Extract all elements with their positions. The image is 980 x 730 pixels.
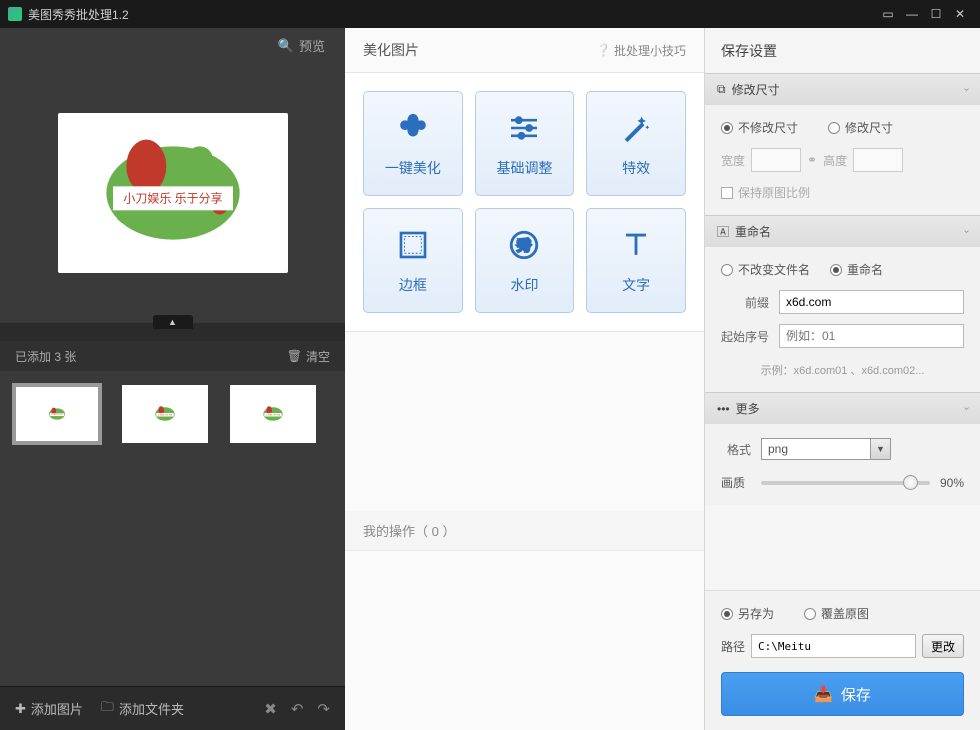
more-icon: •••: [717, 402, 730, 416]
folder-icon: 🗀: [101, 698, 114, 720]
format-select[interactable]: png ▼: [761, 438, 891, 460]
radio-overwrite[interactable]: 覆盖原图: [804, 605, 869, 622]
tips-link[interactable]: ❔ 批处理小技巧: [596, 42, 686, 59]
expand-toggle[interactable]: ▲: [153, 315, 193, 329]
operations-header: 我的操作（ 0 ）: [345, 511, 704, 551]
titlebar: 美图秀秀批处理1.2 ▭ — ☐ ✕: [0, 0, 980, 28]
radio-icon: [828, 122, 840, 134]
height-label: 高度: [823, 152, 847, 169]
rename-example: 示例：x6d.com01 、x6d.com02...: [721, 358, 964, 378]
thumbnail-list: 小刀娱乐 乐于分享 小刀娱乐 乐于分享 小刀娱乐 乐于分享: [0, 371, 345, 686]
trash-icon: 🗑: [287, 349, 302, 363]
undo-icon[interactable]: ↶: [291, 700, 304, 718]
plus-icon: ✚: [15, 701, 26, 717]
quality-slider[interactable]: [761, 481, 930, 485]
path-input[interactable]: [751, 634, 916, 658]
thumbnail[interactable]: 小刀娱乐 乐于分享: [120, 383, 210, 445]
magic-icon: [618, 110, 654, 146]
svg-text:秀: 秀: [517, 238, 531, 254]
start-number-input[interactable]: [779, 324, 964, 348]
thumbnail[interactable]: 小刀娱乐 乐于分享: [12, 383, 102, 445]
rename-icon: 🄰: [717, 223, 729, 240]
app-icon: [8, 7, 22, 21]
maximize-button[interactable]: ☐: [924, 4, 948, 24]
tool-beautify[interactable]: 一键美化: [363, 91, 463, 196]
preview-icon: 🔍: [278, 38, 294, 54]
radio-icon: [721, 122, 733, 134]
radio-icon: [830, 264, 842, 276]
section-rename-header[interactable]: 🄰 重命名 ›: [705, 215, 980, 247]
save-button[interactable]: 📥 保存: [721, 672, 964, 716]
text-icon: [618, 227, 654, 263]
crop-icon: ⧉: [717, 82, 726, 97]
center-panel: 美化图片 ❔ 批处理小技巧 一键美化 基础调整 特效 边框: [345, 28, 705, 730]
radio-icon: [721, 264, 733, 276]
section-more-header[interactable]: ••• 更多 ›: [705, 392, 980, 424]
radio-no-resize[interactable]: 不修改尺寸: [721, 119, 798, 136]
format-label: 格式: [721, 441, 751, 458]
height-input[interactable]: [853, 148, 903, 172]
panel-divider[interactable]: ▲: [0, 323, 345, 341]
radio-icon: [804, 608, 816, 620]
remove-icon[interactable]: ✖: [264, 700, 277, 718]
left-panel: 🔍 预览 小刀娱乐 乐于分享 ▲ 已添加 3 张 🗑: [0, 28, 345, 730]
slider-thumb[interactable]: [903, 475, 918, 490]
clear-button[interactable]: 清空: [306, 348, 330, 365]
preview-label[interactable]: 预览: [299, 36, 325, 55]
radio-icon: [721, 608, 733, 620]
start-number-label: 起始序号: [721, 328, 769, 345]
checkbox-icon: [721, 187, 733, 199]
frame-icon: [395, 227, 431, 263]
feedback-button[interactable]: ▭: [876, 4, 900, 24]
redo-icon[interactable]: ↷: [317, 700, 330, 718]
path-label: 路径: [721, 638, 745, 655]
chevron-icon: ›: [961, 88, 972, 91]
prefix-label: 前缀: [721, 294, 769, 311]
preview-image: 小刀娱乐 乐于分享: [58, 113, 288, 273]
prefix-input[interactable]: [779, 290, 964, 314]
thumbnail[interactable]: 小刀娱乐 乐于分享: [228, 383, 318, 445]
chevron-icon: ›: [961, 407, 972, 410]
save-settings-title: 保存设置: [705, 28, 980, 73]
right-panel: 保存设置 ⧉ 修改尺寸 › 不修改尺寸 修改尺寸 宽度 ⚭ 高度: [705, 28, 980, 730]
svg-text:小刀娱乐 乐于分享: 小刀娱乐 乐于分享: [123, 190, 222, 205]
app-title: 美图秀秀批处理1.2: [28, 6, 129, 23]
sliders-icon: [506, 110, 542, 146]
flower-icon: [395, 110, 431, 146]
minimize-button[interactable]: —: [900, 4, 924, 24]
tool-basic-adjust[interactable]: 基础调整: [475, 91, 575, 196]
add-folder-button[interactable]: 🗀 添加文件夹: [101, 698, 184, 720]
keep-ratio-checkbox[interactable]: 保持原图比例: [721, 184, 964, 201]
tool-text[interactable]: 文字: [586, 208, 686, 313]
radio-do-resize[interactable]: 修改尺寸: [828, 119, 893, 136]
radio-no-rename[interactable]: 不改变文件名: [721, 261, 810, 278]
tool-grid: 一键美化 基础调整 特效 边框 秀 水印 文字: [345, 73, 704, 332]
quality-value: 90%: [940, 476, 964, 490]
added-count: 已添加 3 张: [15, 348, 76, 365]
dropdown-arrow-icon: ▼: [870, 439, 890, 459]
width-input[interactable]: [751, 148, 801, 172]
quality-label: 画质: [721, 474, 751, 491]
width-label: 宽度: [721, 152, 745, 169]
save-icon: 📥: [814, 685, 833, 703]
chevron-icon: ›: [961, 230, 972, 233]
center-title: 美化图片: [363, 40, 419, 60]
close-button[interactable]: ✕: [948, 4, 972, 24]
change-path-button[interactable]: 更改: [922, 634, 964, 658]
operations-list: [345, 551, 704, 730]
section-resize-header[interactable]: ⧉ 修改尺寸 ›: [705, 73, 980, 105]
watermark-icon: 秀: [506, 227, 542, 263]
radio-do-rename[interactable]: 重命名: [830, 261, 883, 278]
add-image-button[interactable]: ✚ 添加图片: [15, 699, 83, 718]
bottom-toolbar: ✚ 添加图片 🗀 添加文件夹 ✖ ↶ ↷: [0, 686, 345, 730]
preview-area: 小刀娱乐 乐于分享: [0, 63, 345, 323]
link-icon[interactable]: ⚭: [807, 153, 817, 167]
tool-frame[interactable]: 边框: [363, 208, 463, 313]
radio-save-as[interactable]: 另存为: [721, 605, 774, 622]
tool-watermark[interactable]: 秀 水印: [475, 208, 575, 313]
help-icon: ❔: [596, 43, 611, 57]
tool-effects[interactable]: 特效: [586, 91, 686, 196]
